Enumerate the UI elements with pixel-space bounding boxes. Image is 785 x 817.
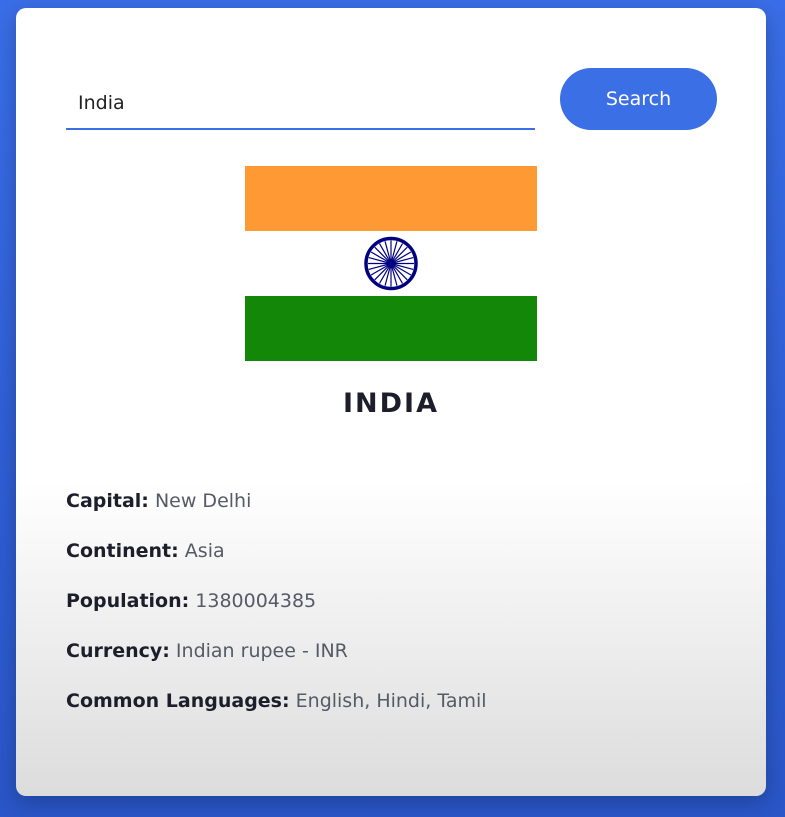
detail-label: Population: <box>66 590 190 612</box>
flag-saffron-band <box>245 166 537 231</box>
india-flag-icon <box>245 166 537 361</box>
detail-value: English, Hindi, Tamil <box>295 690 487 712</box>
flag-green-band <box>245 296 537 361</box>
detail-population: Population: 1380004385 <box>66 586 726 636</box>
ashoka-chakra-icon <box>364 236 418 291</box>
detail-languages: Common Languages: English, Hindi, Tamil <box>66 686 726 736</box>
detail-label: Capital: <box>66 490 149 512</box>
detail-currency: Currency: Indian rupee - INR <box>66 636 726 686</box>
detail-continent: Continent: Asia <box>66 536 726 586</box>
detail-value: Asia <box>184 540 225 562</box>
detail-value: New Delhi <box>154 490 252 512</box>
detail-value: Indian rupee - INR <box>175 640 348 662</box>
country-name: INDIA <box>343 388 439 419</box>
country-info-card: Search INDIA Capital: New Delhi Continen… <box>16 8 766 796</box>
detail-label: Common Languages: <box>66 690 290 712</box>
country-details: Capital: New Delhi Continent: Asia Popul… <box>66 486 726 736</box>
search-button[interactable]: Search <box>560 68 717 130</box>
detail-label: Currency: <box>66 640 170 662</box>
detail-capital: Capital: New Delhi <box>66 486 726 536</box>
search-bar: Search <box>66 68 717 140</box>
detail-value: 1380004385 <box>195 590 317 612</box>
detail-label: Continent: <box>66 540 179 562</box>
search-input[interactable] <box>66 78 535 130</box>
